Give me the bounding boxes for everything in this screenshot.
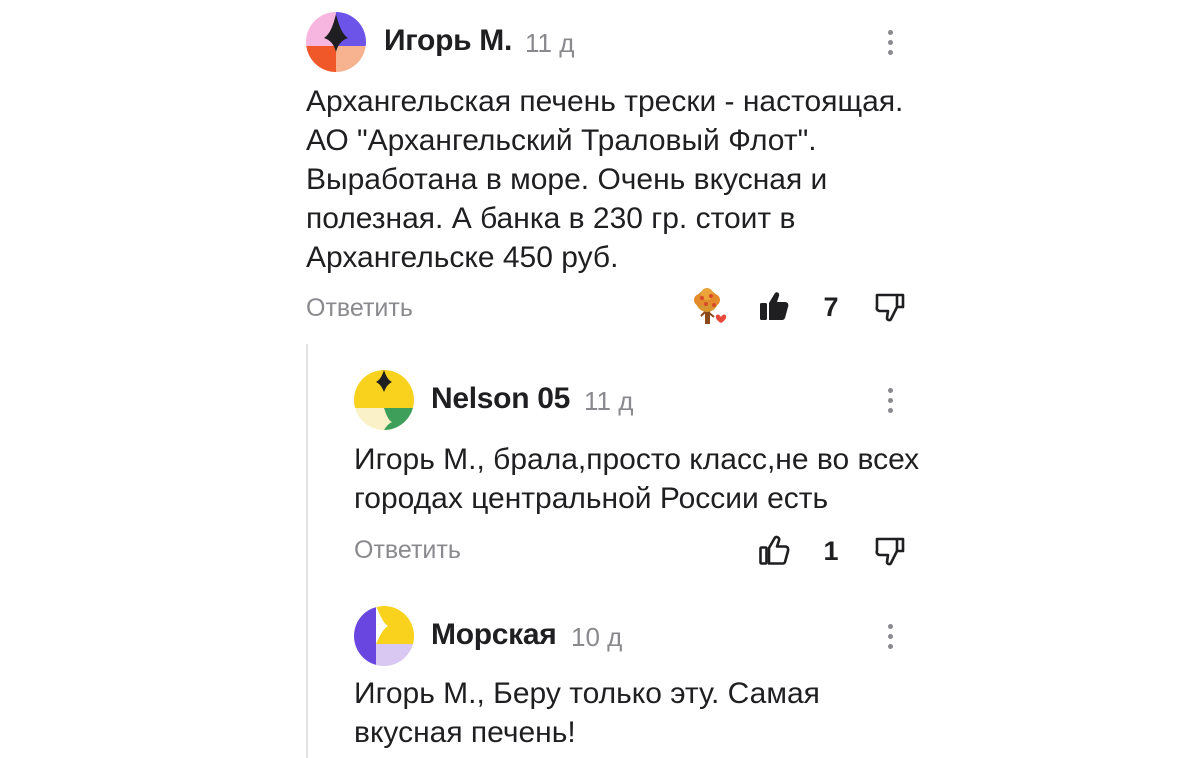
- like-count: 7: [823, 292, 839, 322]
- avatar[interactable]: [354, 606, 414, 666]
- pink-purple-orange-avatar-icon: [306, 12, 366, 72]
- comment-nelson: Nelson 05 11 д Игорь М., брала,просто кл…: [0, 360, 1200, 590]
- comment-time: 11 д: [584, 386, 634, 416]
- more-options-icon[interactable]: [878, 616, 902, 656]
- comment-time: 11 д: [525, 28, 575, 58]
- comment-morskaya: Морская 10 д Игорь М., Беру только эту. …: [0, 596, 1200, 758]
- like-icon[interactable]: [758, 534, 790, 566]
- avatar[interactable]: [306, 12, 366, 72]
- author-name[interactable]: Nelson 05: [431, 382, 570, 416]
- like-count: 1: [823, 536, 839, 566]
- more-options-icon[interactable]: [878, 380, 902, 420]
- reply-button[interactable]: Ответить: [354, 536, 461, 565]
- yellow-green-avatar-icon: [354, 370, 414, 430]
- dislike-icon[interactable]: [874, 292, 906, 324]
- comment-igor: Игорь М. 11 д Архангельская печень треск…: [0, 0, 1200, 340]
- author-name[interactable]: Игорь М.: [384, 24, 512, 58]
- reply-button[interactable]: Ответить: [306, 294, 413, 323]
- comment-text: Архангельская печень трески - настоящая.…: [306, 85, 904, 274]
- comment-text: Игорь М., брала,просто класс,не во всех …: [354, 443, 920, 515]
- purple-yellow-avatar-icon: [354, 606, 414, 666]
- dislike-icon[interactable]: [874, 536, 906, 568]
- more-options-icon[interactable]: [878, 22, 902, 62]
- like-filled-icon[interactable]: [758, 290, 790, 322]
- avatar[interactable]: [354, 370, 414, 430]
- tree-heart-reaction-icon[interactable]: [690, 288, 734, 328]
- comment-time: 10 д: [571, 622, 623, 652]
- author-name[interactable]: Морская: [431, 618, 557, 652]
- comment-text: Игорь М., Беру только эту. Самая вкусная…: [354, 677, 820, 749]
